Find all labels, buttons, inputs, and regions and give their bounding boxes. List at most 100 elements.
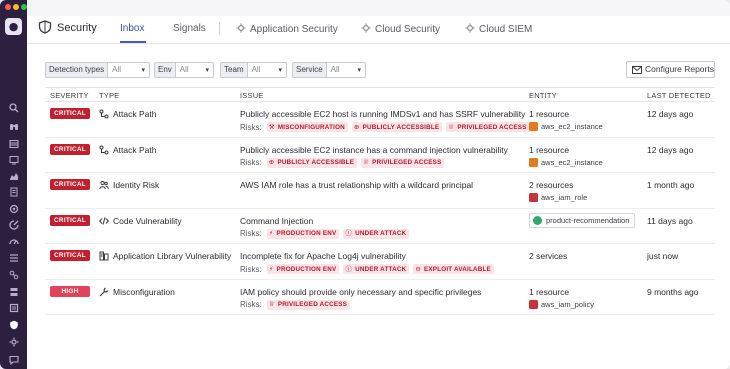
wrench-icon	[99, 286, 109, 297]
tab-signals[interactable]: Signals	[173, 23, 206, 34]
last-detected: 9 months ago	[647, 286, 699, 297]
risk-chip: ⊕ PUBLICLY ACCESSIBLE	[266, 157, 358, 168]
issue-title[interactable]: Incomplete fix for Apache Log4j vulnerab…	[240, 251, 406, 261]
issue-title[interactable]: Publicly accessible EC2 host is running …	[240, 109, 525, 119]
risk-chip: ⚒ MISCONFIGURATION	[266, 122, 348, 132]
risk-chip: ♕ PRIVILEGED ACCESS	[266, 299, 351, 310]
aws-ec2-icon	[529, 157, 538, 167]
chevron-down-icon: ▾	[278, 66, 282, 74]
table-row[interactable]: CRITICAL Attack Path Publicly accessible…	[45, 138, 715, 173]
settings-icon[interactable]	[8, 336, 19, 347]
globe-icon: ⊕	[268, 158, 275, 167]
column-header-severity[interactable]: SEVERITY	[50, 91, 89, 100]
alert-icon: ⓘ	[345, 229, 353, 238]
column-header-issue[interactable]: ISSUE	[240, 91, 264, 100]
infrastructure-icon[interactable]	[8, 286, 19, 297]
tab-application-security-label: Application Security	[250, 24, 338, 35]
risks-list: Risks: ⚡ PRODUCTION ENV ⓘ UNDER ATTACK	[240, 228, 413, 239]
chevron-down-icon: ▾	[205, 66, 209, 74]
chevron-down-icon: ▾	[141, 66, 145, 74]
configure-reports-button[interactable]: Configure Reports	[626, 61, 715, 78]
risks-label: Risks:	[240, 229, 262, 238]
configure-reports-label: Configure Reports	[645, 64, 714, 74]
gear-icon	[236, 23, 246, 33]
issue-title[interactable]: IAM policy should provide only necessary…	[240, 287, 481, 297]
entity-resource[interactable]: aws_iam_role	[529, 193, 587, 202]
filter-value[interactable]: All ▾	[108, 63, 149, 77]
last-detected: just now	[647, 251, 679, 261]
filter-value[interactable]: All ▾	[327, 63, 365, 77]
risk-chip: ⊕ PUBLICLY ACCESSIBLE	[351, 122, 443, 132]
crown-icon: ♕	[268, 300, 275, 309]
tab-application-security[interactable]: Application Security	[236, 23, 338, 35]
service-pill[interactable]: product-recommendation	[529, 212, 636, 228]
table-header: SEVERITY TYPE ISSUE ENTITY LAST DETECTED	[45, 87, 715, 102]
entity-resource[interactable]: aws_ec2_instance	[529, 122, 603, 131]
tab-cloud-security[interactable]: Cloud Security	[361, 23, 440, 35]
type-label: Code Vulnerability	[113, 215, 182, 226]
issue-title[interactable]: AWS IAM role has a trust relationship wi…	[240, 180, 473, 190]
apm-icon[interactable]	[8, 203, 19, 214]
table-row[interactable]: CRITICAL Attack Path Publicly accessible…	[45, 102, 715, 138]
entity-count: 1 resource	[529, 109, 570, 119]
type-label: Misconfiguration	[113, 286, 175, 297]
filter-detection-types[interactable]: Detection types All ▾	[45, 62, 150, 78]
wrench-icon: ⚒	[268, 122, 275, 131]
column-header-type[interactable]: TYPE	[99, 91, 119, 100]
dashboard-icon[interactable]	[8, 138, 19, 149]
main-content: Security Inbox Signals Application Secur…	[27, 0, 730, 369]
filter-label: Detection types	[46, 63, 109, 77]
risk-chip: ♕ PRIVILEGED ACCESS	[446, 122, 530, 132]
lightning-icon: ⚡	[268, 229, 274, 238]
column-header-entity[interactable]: ENTITY	[529, 91, 557, 100]
logs-icon[interactable]	[8, 269, 19, 280]
alert-icon: ⓘ	[345, 264, 353, 273]
tab-cloud-siem[interactable]: Cloud SIEM	[465, 23, 532, 35]
entity-resource[interactable]: aws_ec2_instance	[529, 157, 603, 167]
tab-divider	[219, 22, 220, 35]
table-row[interactable]: CRITICAL Code Vulnerability Command Inje…	[45, 209, 715, 244]
table-row[interactable]: CRITICAL Identity Risk AWS IAM role has …	[45, 173, 715, 209]
type-label: Application Library Vulnerability	[113, 251, 232, 261]
risks-label: Risks:	[240, 300, 262, 309]
filter-value[interactable]: All ▾	[176, 63, 213, 77]
filter-service[interactable]: Service All ▾	[292, 62, 366, 78]
active-tab-indicator	[120, 41, 146, 43]
entity-resource[interactable]: aws_iam_policy	[529, 299, 594, 309]
metrics-icon[interactable]	[8, 252, 19, 263]
filter-label: Service	[293, 63, 327, 77]
filter-env[interactable]: Env All ▾	[154, 62, 214, 78]
tab-inbox[interactable]: Inbox	[120, 23, 144, 34]
risk-chip: ⚡ PRODUCTION ENV	[266, 228, 340, 239]
binoculars-icon[interactable]	[8, 120, 19, 131]
column-header-last-detected[interactable]: LAST DETECTED	[647, 91, 711, 100]
tab-cloud-siem-label: Cloud SIEM	[479, 24, 533, 35]
chart-icon[interactable]	[8, 170, 19, 181]
last-detected: 12 days ago	[647, 144, 694, 155]
search-icon[interactable]	[8, 102, 19, 113]
chat-icon[interactable]	[8, 354, 19, 365]
attack-path-icon	[99, 145, 109, 155]
aws-ec2-icon	[529, 122, 538, 131]
issue-title[interactable]: Publicly accessible EC2 instance has a c…	[240, 145, 508, 155]
integrations-icon[interactable]	[8, 302, 19, 313]
issue-title[interactable]: Command Injection	[240, 216, 313, 226]
table-row[interactable]: HIGH Misconfiguration IAM policy should …	[45, 280, 715, 315]
last-detected: 1 month ago	[647, 180, 695, 190]
security-icon[interactable]	[8, 319, 19, 330]
filter-value[interactable]: All ▾	[248, 63, 286, 77]
monitor-icon[interactable]	[8, 154, 19, 165]
close-window-button[interactable]	[5, 4, 11, 10]
filter-team[interactable]: Team All ▾	[220, 62, 287, 78]
page-title: Security	[57, 22, 97, 34]
aws-iam-icon	[529, 193, 538, 202]
rum-icon[interactable]	[8, 219, 19, 230]
datadog-logo-icon[interactable]: ●	[5, 18, 22, 35]
risks-list: Risks: ♕ PRIVILEGED ACCESS	[240, 299, 354, 310]
notebook-icon[interactable]	[8, 186, 19, 197]
table-row[interactable]: CRITICAL Application Library Vulnerabili…	[45, 244, 715, 280]
minimize-window-button[interactable]	[13, 4, 19, 10]
gear-icon	[465, 23, 475, 33]
attack-path-icon	[99, 109, 109, 119]
synthetics-icon[interactable]	[8, 236, 19, 247]
